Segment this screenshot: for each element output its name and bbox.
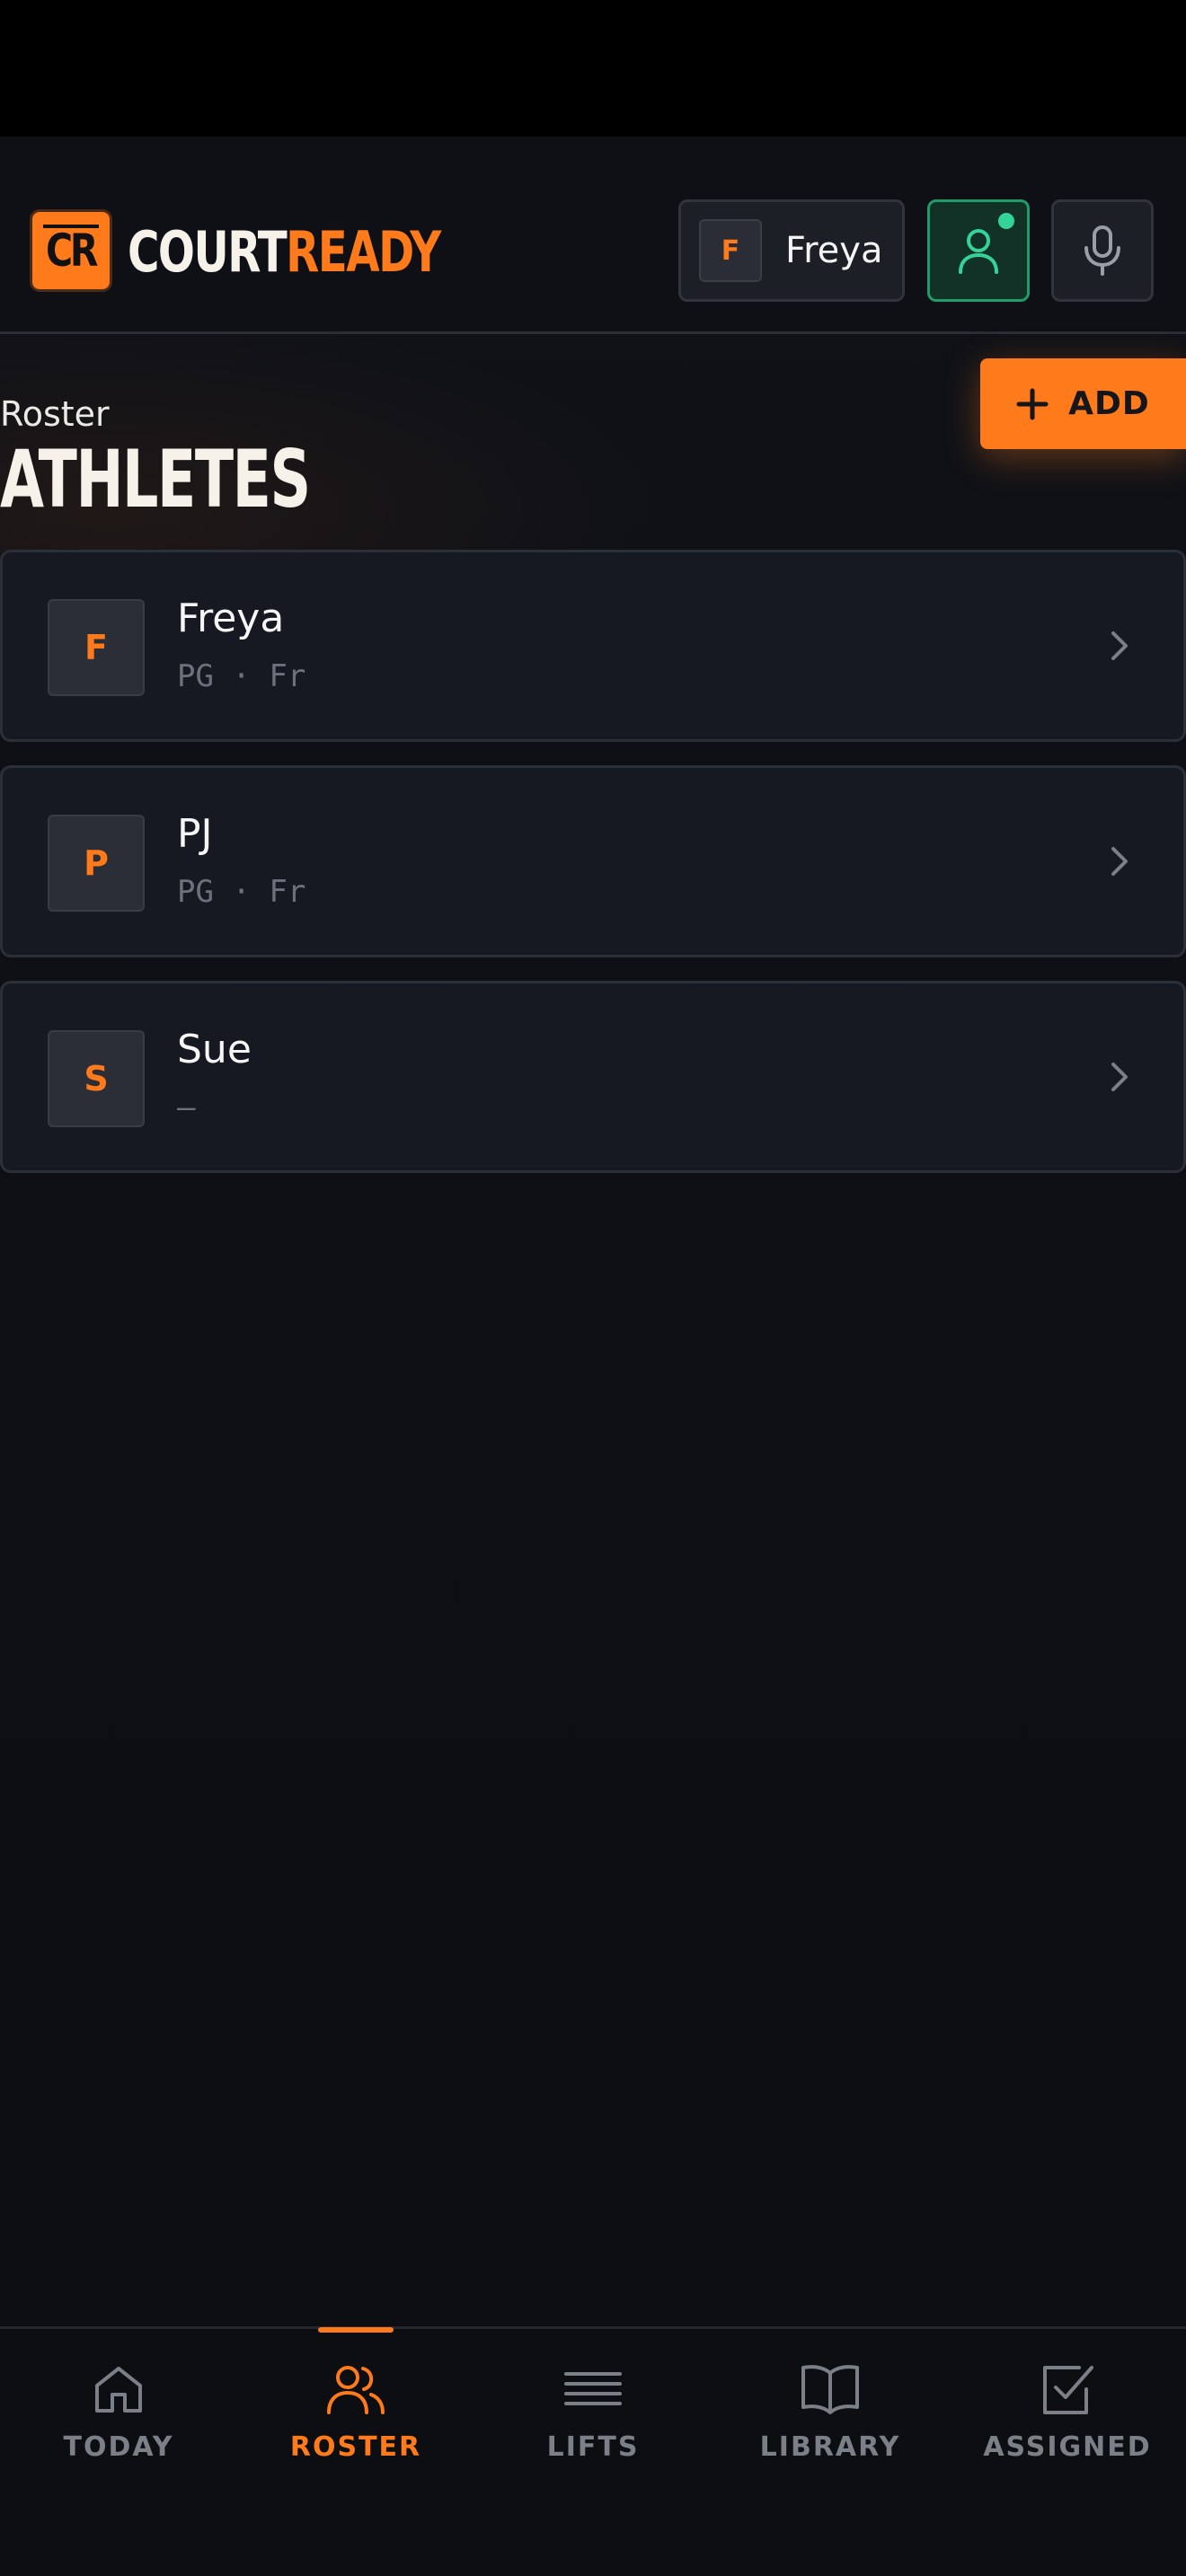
- athlete-avatar: F: [48, 599, 145, 696]
- brand-name: COURT READY: [128, 218, 441, 285]
- athlete-avatar: P: [48, 815, 145, 912]
- microphone-icon: [1084, 225, 1120, 276]
- nav-tab-today[interactable]: TODAY: [0, 2329, 237, 2509]
- profile-button[interactable]: [927, 199, 1030, 302]
- nav-tab-assigned[interactable]: ASSIGNED: [949, 2329, 1186, 2509]
- athlete-card-sue[interactable]: S Sue —: [0, 981, 1186, 1173]
- nav-tab-label: LIFTS: [546, 2431, 640, 2463]
- nav-tab-roster[interactable]: ROSTER: [237, 2329, 474, 2509]
- app: CR COURT READY F Freya Roster ATHLETES A…: [0, 137, 1186, 2576]
- athlete-meta: PG · Fr: [177, 658, 306, 694]
- chevron-right-icon: [1111, 847, 1128, 876]
- plus-icon: [1016, 388, 1049, 419]
- chevron-right-icon: [1111, 1063, 1128, 1091]
- nav-tab-label: ASSIGNED: [983, 2431, 1152, 2463]
- checkbox-icon: [1043, 2366, 1093, 2414]
- athlete-selector[interactable]: F Freya: [678, 199, 905, 302]
- athlete-name: Sue: [177, 1027, 252, 1072]
- logo-text: CR: [46, 225, 98, 277]
- athlete-selector-avatar: F: [699, 219, 762, 282]
- users-icon: [327, 2366, 385, 2414]
- athlete-meta: —: [177, 1090, 196, 1125]
- add-athlete-button[interactable]: ADD: [980, 358, 1186, 449]
- page-title: ATHLETES: [0, 433, 311, 525]
- athlete-selector-name: Freya: [785, 230, 883, 271]
- athlete-card-pj[interactable]: P PJ PG · Fr: [0, 765, 1186, 957]
- brand-name-part1: COURT: [128, 218, 288, 285]
- logo-badge: CR: [32, 212, 110, 289]
- list-icon: [564, 2372, 622, 2405]
- voice-button[interactable]: [1051, 199, 1154, 302]
- nav-tab-label: TODAY: [63, 2431, 174, 2463]
- nav-tab-library[interactable]: LIBRARY: [712, 2329, 949, 2509]
- status-bar: [0, 0, 1186, 137]
- online-status-dot: [998, 213, 1014, 229]
- athlete-avatar: S: [48, 1030, 145, 1127]
- brand-name-part2: READY: [286, 218, 441, 285]
- book-icon: [801, 2365, 859, 2414]
- nav-tab-label: LIBRARY: [759, 2431, 901, 2463]
- add-athlete-label: ADD: [1068, 385, 1150, 422]
- bottom-nav: TODAY ROSTER LIFTS LIBRARY ASSIGNED: [0, 2326, 1186, 2576]
- nav-tab-lifts[interactable]: LIFTS: [474, 2329, 712, 2509]
- athlete-meta: PG · Fr: [177, 874, 306, 910]
- user-icon: [959, 229, 998, 274]
- athlete-name: PJ: [177, 811, 213, 857]
- athlete-card-freya[interactable]: F Freya PG · Fr: [0, 550, 1186, 742]
- chevron-right-icon: [1111, 631, 1128, 660]
- page-subtitle: Roster: [0, 394, 110, 434]
- home-icon: [95, 2367, 142, 2413]
- nav-tab-label: ROSTER: [289, 2431, 422, 2463]
- athlete-name: Freya: [177, 595, 285, 641]
- app-header: CR COURT READY F Freya: [0, 137, 1186, 334]
